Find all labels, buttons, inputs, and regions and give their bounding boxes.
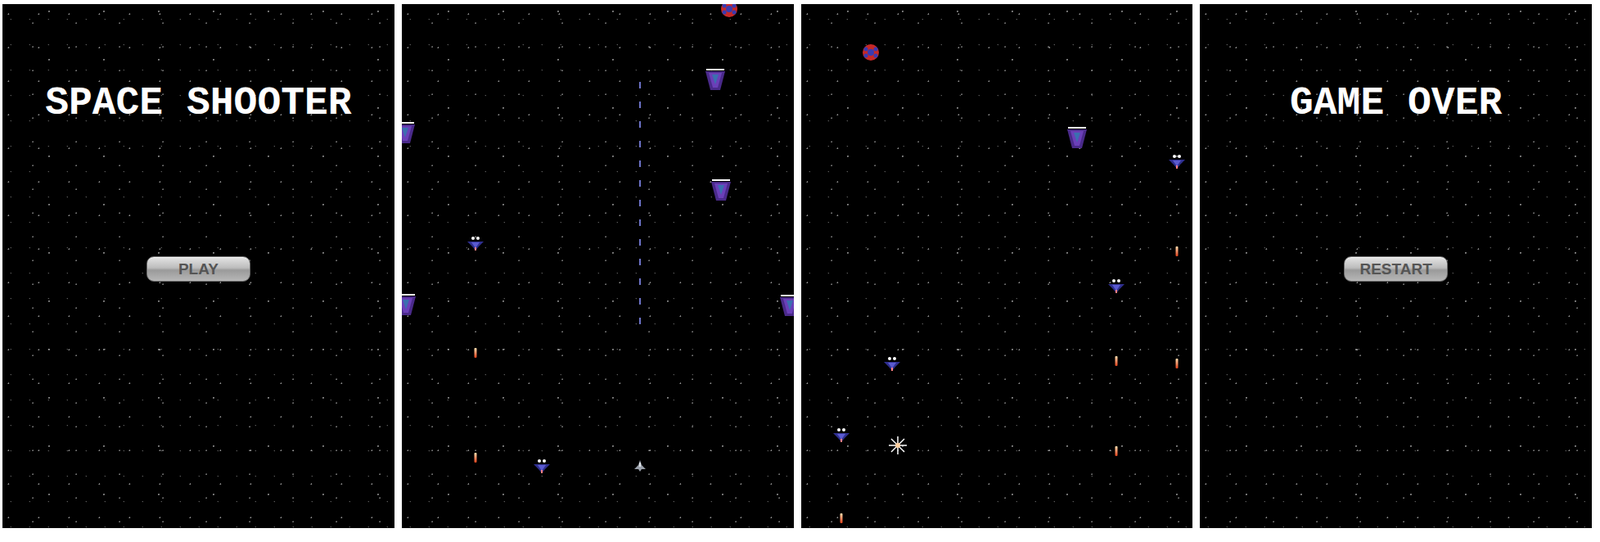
heavy-enemy-icon bbox=[401, 121, 416, 145]
mine-icon bbox=[861, 43, 880, 62]
screenshot-strip: SPACE SHOOTER PLAY GAME OVER RESTART bbox=[0, 0, 1600, 542]
bullet-icon bbox=[1114, 356, 1118, 366]
explosion-icon bbox=[887, 435, 908, 456]
heavy-enemy-icon bbox=[401, 292, 417, 316]
gameplay-screen bbox=[801, 4, 1194, 528]
fighter-enemy-icon bbox=[532, 457, 551, 474]
game-title: GAME OVER bbox=[1289, 80, 1502, 128]
bullet-icon bbox=[1175, 358, 1178, 369]
gameplay-screen bbox=[401, 4, 794, 528]
heavy-enemy-icon bbox=[779, 293, 794, 317]
menu-screen: SPACE SHOOTER PLAY bbox=[2, 4, 395, 528]
bullet-icon bbox=[1175, 246, 1178, 257]
menu-button[interactable]: RESTART bbox=[1343, 256, 1448, 282]
fighter-enemy-icon bbox=[1107, 277, 1126, 294]
game-title: SPACE SHOOTER bbox=[45, 80, 352, 128]
menu-screen: GAME OVER RESTART bbox=[1199, 4, 1592, 528]
bullet-icon bbox=[473, 347, 477, 358]
fighter-enemy-icon bbox=[1167, 153, 1186, 170]
fighter-enemy-icon bbox=[832, 426, 851, 443]
bullet-icon bbox=[473, 452, 477, 463]
player-ship-icon bbox=[633, 459, 647, 473]
heavy-enemy-icon bbox=[710, 178, 732, 202]
heavy-enemy-icon bbox=[1066, 126, 1088, 149]
mine-icon bbox=[720, 4, 739, 19]
bullet-icon bbox=[1114, 446, 1118, 456]
menu-button[interactable]: PLAY bbox=[146, 256, 251, 282]
fighter-enemy-icon bbox=[466, 234, 485, 252]
bullet-icon bbox=[839, 513, 843, 523]
laser-beam-icon bbox=[639, 81, 641, 338]
heavy-enemy-icon bbox=[704, 67, 726, 91]
fighter-enemy-icon bbox=[883, 355, 902, 372]
